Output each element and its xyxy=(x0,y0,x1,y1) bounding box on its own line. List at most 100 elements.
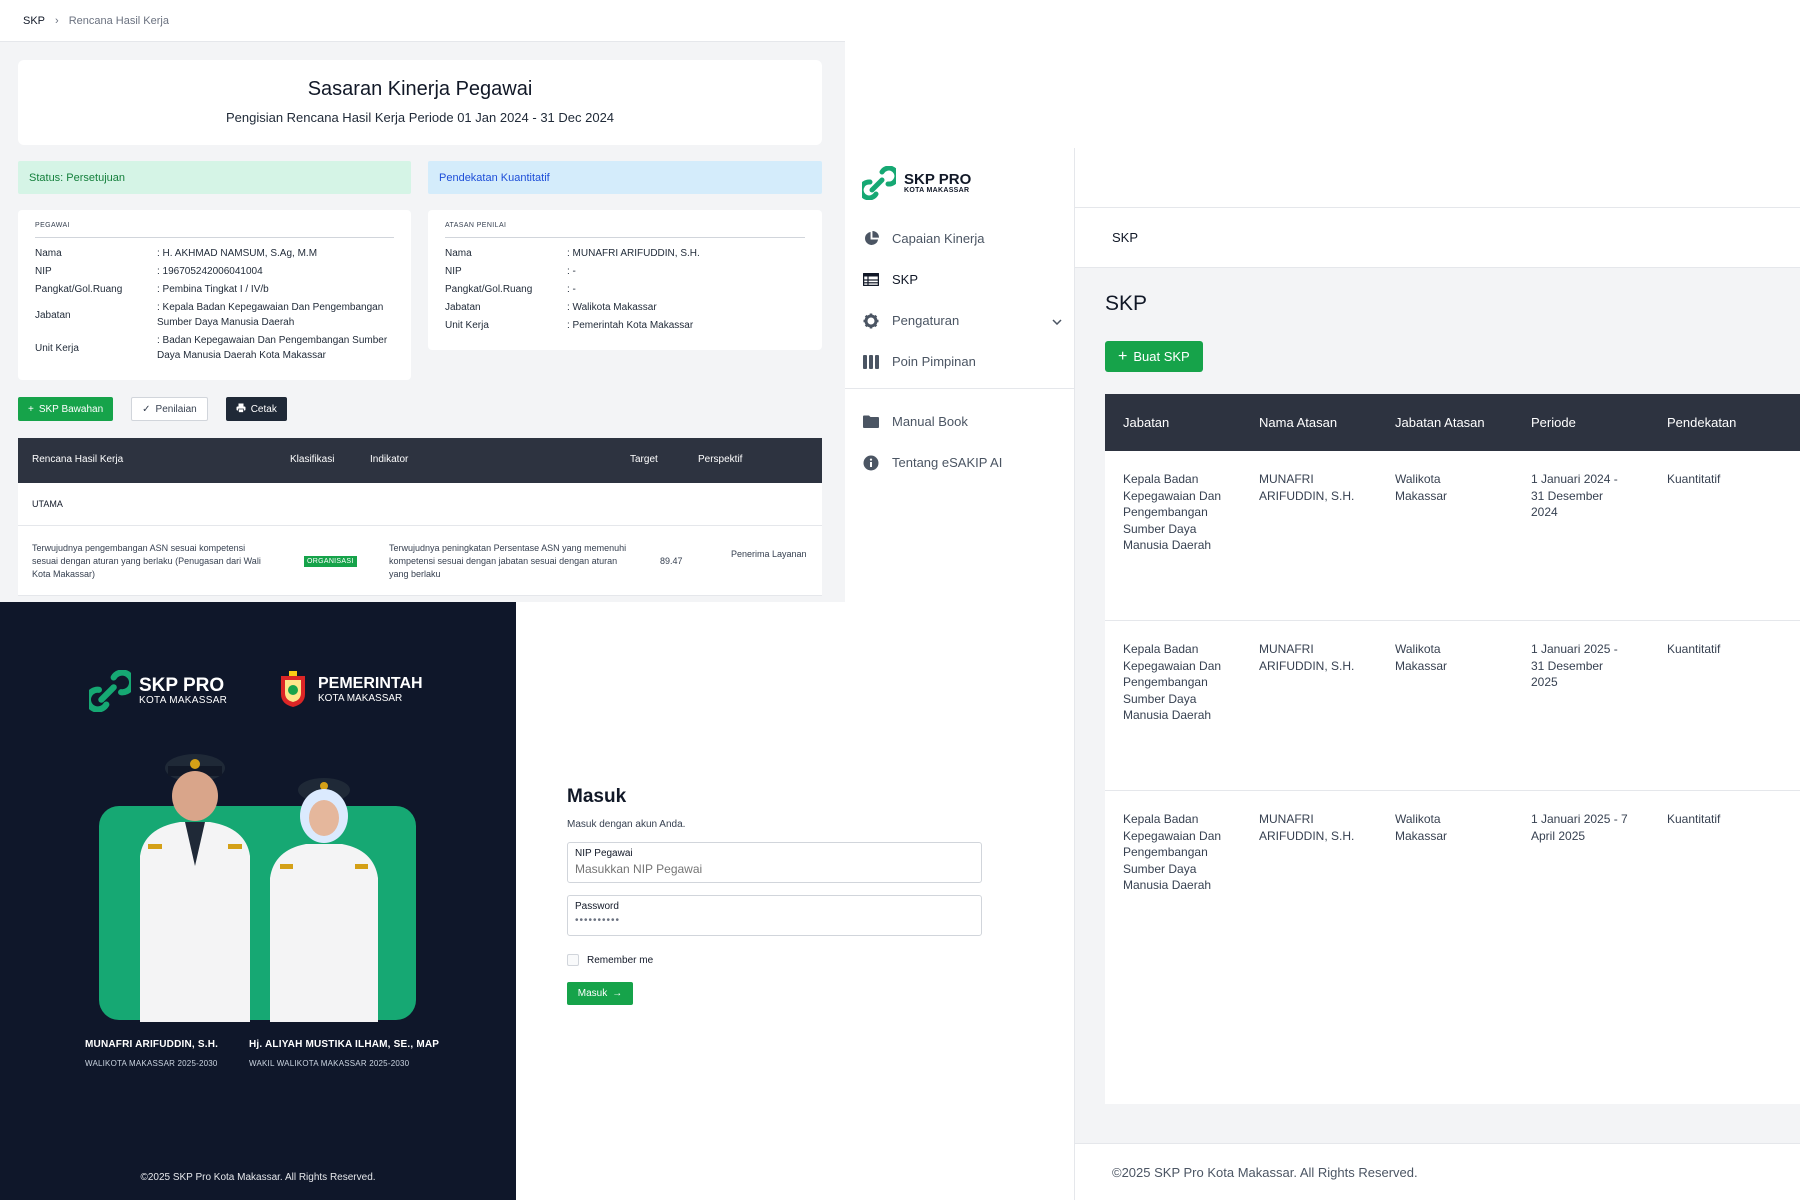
info-key: NIP xyxy=(35,266,52,277)
vice-mayor-role: WAKIL WALIKOTA MAKASSAR 2025-2030 xyxy=(249,1059,410,1068)
sidebar-item-capaian-kinerja[interactable]: Capaian Kinerja xyxy=(862,218,1062,259)
info-value: : Pembina Tingkat I / IV/b xyxy=(157,284,269,295)
info-key: Pangkat/Gol.Ruang xyxy=(445,284,533,295)
pemerintah-brand: PEMERINTAH KOTA MAKASSAR xyxy=(278,670,423,708)
jabatan-cell: Kepala Badan Kepegawaian Dan Pengembanga… xyxy=(1123,472,1222,552)
masuk-button[interactable]: Masuk → xyxy=(567,982,633,1005)
sidebar-item-label: Poin Pimpinan xyxy=(892,354,976,369)
info-row: Unit Kerja: Pemerintah Kota Makassar xyxy=(445,318,805,333)
sidebar-item-label: SKP xyxy=(892,272,919,287)
password-input[interactable]: •••••••••• xyxy=(575,915,974,926)
sidebar-item-manual-book[interactable]: Manual Book xyxy=(862,401,1062,442)
nip-field[interactable]: NIP Pegawai xyxy=(567,842,982,883)
info-row: Nama: H. AKHMAD NAMSUM, S.Ag, M.M xyxy=(35,246,394,261)
table-group-row: UTAMA xyxy=(18,483,822,526)
page-title: Sasaran Kinerja Pegawai xyxy=(307,78,533,100)
mayor-role: WALIKOTA MAKASSAR 2025-2030 xyxy=(85,1059,218,1068)
table-header: Jabatan Nama Atasan Jabatan Atasan Perio… xyxy=(1105,394,1800,451)
pie-chart-icon xyxy=(862,230,880,248)
atasan-card-title: ATASAN PENILAI xyxy=(445,222,805,238)
vice-mayor-caption: Hj. ALIYAH MUSTIKA ILHAM, SE., MAP WAKIL… xyxy=(249,1039,439,1068)
info-value: : Badan Kepegawaian Dan Pengembangan Sum… xyxy=(157,335,388,361)
breadcrumb: SKP › Rencana Hasil Kerja xyxy=(0,0,845,42)
periode-cell: 1 Januari 2024 - 31 Desember 2024 xyxy=(1531,472,1618,519)
breadcrumb-separator: › xyxy=(55,14,59,27)
main-content: SKP SKP + Buat SKP Jabatan Nama Atasan J… xyxy=(1075,148,1800,1200)
table-row[interactable]: Kepala Badan Kepegawaian Dan Pengembanga… xyxy=(1105,451,1800,621)
vice-mayor-name: Hj. ALIYAH MUSTIKA ILHAM, SE., MAP xyxy=(249,1039,440,1050)
gov-subtitle: KOTA MAKASSAR xyxy=(318,692,403,704)
sidebar-item-poin-pimpinan[interactable]: Poin Pimpinan xyxy=(862,341,1062,382)
plus-icon: + xyxy=(28,403,34,415)
info-icon xyxy=(862,455,880,471)
nip-label: NIP Pegawai xyxy=(575,848,633,859)
buat-skp-button[interactable]: + Buat SKP xyxy=(1105,341,1203,372)
column-header: Perspektif xyxy=(698,454,743,465)
action-buttons: + SKP Bawahan ✓ Penilaian Cetak xyxy=(18,397,287,421)
masuk-label: Masuk xyxy=(577,988,608,999)
printer-icon xyxy=(236,403,246,416)
cetak-button[interactable]: Cetak xyxy=(225,397,287,421)
skp-bawahan-button[interactable]: + SKP Bawahan xyxy=(18,397,114,421)
table-row[interactable]: Terwujudnya pengembangan ASN sesuai komp… xyxy=(18,526,822,596)
sidebar-nav: Capaian Kinerja SKP Pengaturan Poin Pimp… xyxy=(862,218,1062,382)
jabatan-cell: Kepala Badan Kepegawaian Dan Pengembanga… xyxy=(1123,812,1222,892)
column-header: Target xyxy=(630,454,658,465)
info-key: Pangkat/Gol.Ruang xyxy=(35,284,123,295)
column-header: Pendekatan xyxy=(1667,415,1737,430)
nip-input[interactable] xyxy=(575,862,974,876)
sidebar-item-label: Capaian Kinerja xyxy=(892,231,985,246)
brand-subtitle: KOTA MAKASSAR xyxy=(139,695,228,706)
skp-table: Jabatan Nama Atasan Jabatan Atasan Perio… xyxy=(1105,394,1800,1104)
login-form: Masuk Masuk dengan akun Anda. NIP Pegawa… xyxy=(567,786,982,1005)
skp-pro-logo-icon xyxy=(862,166,896,200)
info-key: Nama xyxy=(445,248,472,259)
penilaian-label: Penilaian xyxy=(155,403,197,415)
jabatan-atasan-cell: Walikota Makassar xyxy=(1395,812,1448,843)
table-row[interactable]: Kepala Badan Kepegawaian Dan Pengembanga… xyxy=(1105,791,1800,961)
indikator-cell: Terwujudnya peningkatan Persentase ASN y… xyxy=(389,543,627,579)
table-icon xyxy=(862,271,880,289)
skp-header-card: Sasaran Kinerja Pegawai Pengisian Rencan… xyxy=(18,60,822,145)
password-field[interactable]: Password •••••••••• xyxy=(567,895,982,936)
remember-me[interactable]: Remember me xyxy=(567,954,982,966)
jabatan-atasan-cell: Walikota Makassar xyxy=(1395,472,1448,503)
info-key: Nama xyxy=(35,248,62,259)
login-subheading: Masuk dengan akun Anda. xyxy=(567,819,686,830)
info-row: NIP: - xyxy=(445,264,805,279)
rhk-table: Rencana Hasil Kerja Klasifikasi Indikato… xyxy=(18,438,822,596)
sidebar-item-label: Manual Book xyxy=(892,414,968,429)
remember-checkbox[interactable] xyxy=(567,954,579,966)
jabatan-atasan-cell: Walikota Makassar xyxy=(1395,642,1448,673)
login-panel: SKP PRO KOTA MAKASSAR PEMERINTAH KOTA MA… xyxy=(0,602,1035,1200)
column-header: Jabatan xyxy=(1123,415,1170,430)
password-label: Password xyxy=(575,901,619,912)
skp-bawahan-label: SKP Bawahan xyxy=(38,403,104,415)
arrow-right-icon: → xyxy=(612,988,623,999)
pegawai-card-title: PEGAWAI xyxy=(35,222,394,238)
chevron-down-icon xyxy=(1052,313,1062,328)
periode-cell: 1 Januari 2025 - 7 April 2025 xyxy=(1531,812,1628,843)
sidebar-item-tentang[interactable]: Tentang eSAKIP AI xyxy=(862,442,1062,483)
info-key: Jabatan xyxy=(445,302,481,313)
city-emblem-icon xyxy=(281,671,305,707)
sidebar-item-pengaturan[interactable]: Pengaturan xyxy=(862,300,1062,341)
column-header: Jabatan Atasan xyxy=(1395,415,1485,430)
folder-icon xyxy=(862,415,880,428)
logo-title: SKP PRO xyxy=(904,171,972,188)
sidebar-item-skp[interactable]: SKP xyxy=(862,259,1062,300)
sub-header: SKP xyxy=(1075,208,1800,268)
buat-skp-label: Buat SKP xyxy=(1133,349,1190,364)
perspektif-cell: Penerima Layanan xyxy=(731,549,807,559)
nama-atasan-cell: MUNAFRI ARIFUDDIN, S.H. xyxy=(1259,472,1355,503)
gov-title: PEMERINTAH xyxy=(318,674,423,692)
skp-pro-logo-icon xyxy=(89,670,131,712)
cetak-label: Cetak xyxy=(250,403,277,415)
table-row[interactable]: Kepala Badan Kepegawaian Dan Pengembanga… xyxy=(1105,621,1800,791)
sidebar-logo[interactable]: SKP PRO KOTA MAKASSAR xyxy=(862,166,971,200)
penilaian-button[interactable]: ✓ Penilaian xyxy=(131,397,208,421)
sidebar-item-label: Pengaturan xyxy=(892,313,960,328)
breadcrumb-root-link[interactable]: SKP xyxy=(23,15,45,27)
sidebar-nav-secondary: Manual Book Tentang eSAKIP AI xyxy=(862,401,1062,483)
info-value: : - xyxy=(567,266,576,277)
